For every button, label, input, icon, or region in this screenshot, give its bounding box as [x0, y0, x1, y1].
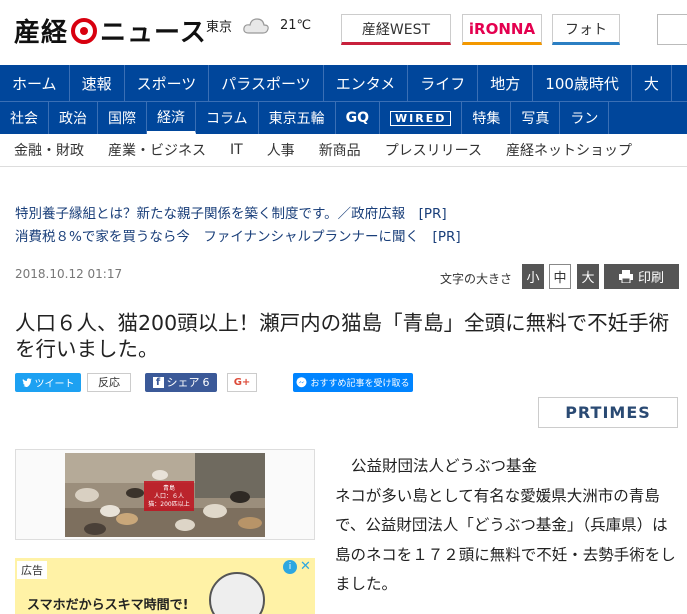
nav-item-sports[interactable]: スポーツ: [125, 65, 210, 101]
nav-item-photos[interactable]: 写真: [511, 102, 561, 134]
subnav-item-finance[interactable]: 金融・財政: [0, 140, 96, 160]
ad-banner[interactable]: 広告 スマホだからスキマ時間で! i ✕: [15, 558, 315, 614]
search-input[interactable]: [657, 14, 687, 45]
print-button[interactable]: 印刷: [604, 264, 679, 289]
subnav-item-press-release[interactable]: プレスリリース: [373, 140, 494, 160]
pr-links: 特別養子縁組とは？新たな親子関係を築く制度です。／政府広報 [PR] 消費税８%…: [15, 203, 461, 249]
prtimes-logo[interactable]: PRTIMES: [538, 397, 678, 428]
nav-item-parasports[interactable]: パラスポーツ: [209, 65, 324, 101]
article-date: 2018.10.12 01:17: [15, 267, 123, 281]
ad-character-image: [209, 572, 265, 614]
article-body: 公益財団法人どうぶつ基金 ネコが多い島として有名な愛媛県大洲市の青島で、公益財団…: [335, 452, 680, 600]
subnav-item-business[interactable]: 産業・ビジネス: [96, 140, 218, 160]
font-small-button[interactable]: 小: [522, 264, 544, 289]
nav-item-entertainment[interactable]: エンタメ: [324, 65, 409, 101]
photo-caption-title: 青島: [163, 484, 175, 492]
weather-city: 東京: [206, 20, 233, 35]
tweet-button[interactable]: ツイート: [15, 372, 81, 392]
nav-item-economy[interactable]: 経済: [147, 102, 196, 134]
facebook-share-label: シェア: [166, 376, 200, 389]
share-bar: ツイート 反応 f シェア 6 G+ おすすめ記事を受け取る: [15, 372, 413, 392]
tweet-label: ツイート: [34, 378, 75, 390]
nav-item-column[interactable]: コラム: [196, 102, 259, 134]
messenger-label: おすすめ記事を受け取る: [310, 378, 410, 389]
subnav-item-personnel[interactable]: 人事: [255, 140, 307, 160]
tweet-reaction-count[interactable]: 反応: [87, 372, 131, 392]
photo-caption-cats: 猫：200匹以上: [148, 500, 189, 508]
twitter-icon: [21, 377, 32, 387]
article-headline: 人口６人、猫200頭以上！瀬戸内の猫島「青島」全頭に無料で不妊手術を行いました。: [15, 311, 670, 361]
subnav-item-it[interactable]: IT: [218, 142, 255, 158]
logo-mark-icon: [71, 17, 98, 44]
font-large-button[interactable]: 大: [577, 264, 599, 289]
ad-close-icon[interactable]: ✕: [300, 559, 311, 574]
nav-item-wired[interactable]: WIRED: [380, 102, 463, 134]
nav-item-society[interactable]: 社会: [0, 102, 49, 134]
west-link-button[interactable]: 産経WEST: [341, 14, 451, 45]
primary-nav: ホーム 速報 スポーツ パラスポーツ エンタメ ライフ 地方 100歳時代 大: [0, 65, 687, 101]
article-photo-frame: 青島 人口：６人 猫：200匹以上: [15, 449, 315, 540]
fontsize-label: 文字の大きさ: [440, 272, 513, 286]
nav-item-olympics[interactable]: 東京五輪: [259, 102, 336, 134]
ad-text: スマホだからスキマ時間で!: [27, 598, 189, 613]
messenger-icon: [296, 376, 307, 387]
printer-icon: [618, 270, 633, 283]
font-medium-button[interactable]: 中: [549, 264, 571, 289]
economy-subnav: 金融・財政 産業・ビジネス IT 人事 新商品 プレスリリース 産経ネットショッ…: [0, 134, 687, 167]
nav-item-breaking[interactable]: 速報: [70, 65, 125, 101]
logo-text-left: 産経: [14, 18, 69, 48]
google-plus-button[interactable]: G+: [227, 372, 257, 392]
article-photo[interactable]: 青島 人口：６人 猫：200匹以上: [65, 453, 265, 537]
nav-item-politics[interactable]: 政治: [49, 102, 98, 134]
pr-link[interactable]: 消費税８%で家を買うなら今 ファイナンシャルプランナーに聞く [PR]: [15, 226, 461, 249]
photo-link-button[interactable]: フォト: [552, 14, 620, 45]
subnav-item-new-products[interactable]: 新商品: [307, 140, 373, 160]
weather-temp: 21℃: [280, 18, 312, 33]
subnav-item-netshop[interactable]: 産経ネットショップ: [494, 140, 644, 160]
facebook-share-button[interactable]: f シェア 6: [145, 372, 217, 392]
wired-logo: WIRED: [390, 110, 452, 126]
site-header: 産経 ニュース 東京 21℃ 産経WEST iRONNA フォト: [0, 0, 687, 60]
article-org-line: 公益財団法人どうぶつ基金: [351, 457, 538, 475]
ad-info-icon[interactable]: i: [283, 560, 297, 574]
nav-item-international[interactable]: 国際: [98, 102, 147, 134]
logo-text-right: ニュース: [100, 18, 207, 48]
cats-photo-illustration: 青島 人口：６人 猫：200匹以上: [65, 453, 265, 537]
nav-item-life[interactable]: ライフ: [408, 65, 479, 101]
print-label: 印刷: [637, 271, 664, 286]
facebook-icon: f: [152, 376, 164, 388]
secondary-nav: 社会 政治 国際 経済 コラム 東京五輪 GQ WIRED 特集 写真 ラン: [0, 101, 687, 134]
ironna-link-button[interactable]: iRONNA: [462, 14, 542, 45]
messenger-subscribe-button[interactable]: おすすめ記事を受け取る: [293, 372, 413, 392]
nav-item-local[interactable]: 地方: [478, 65, 534, 101]
weather-widget[interactable]: 東京 21℃: [206, 16, 311, 35]
nav-item-100years[interactable]: 100歳時代: [533, 65, 632, 101]
article-paragraph: ネコが多い島として有名な愛媛県大洲市の青島で、公益財団法人「どうぶつ基金」（兵庫…: [335, 486, 676, 594]
pr-link[interactable]: 特別養子縁組とは？新たな親子関係を築く制度です。／政府広報 [PR]: [15, 203, 461, 226]
cloud-icon: [242, 17, 270, 35]
nav-item-home[interactable]: ホーム: [0, 65, 70, 101]
nav-item-features[interactable]: 特集: [462, 102, 512, 134]
ad-label: 広告: [17, 561, 47, 579]
nav-item-more[interactable]: 大: [632, 65, 672, 101]
nav-item-gq[interactable]: GQ: [336, 102, 380, 134]
site-logo[interactable]: 産経 ニュース: [14, 12, 207, 49]
facebook-share-count: 6: [202, 375, 210, 389]
photo-caption-population: 人口：６人: [154, 493, 184, 500]
nav-item-ranking[interactable]: ラン: [560, 102, 610, 134]
